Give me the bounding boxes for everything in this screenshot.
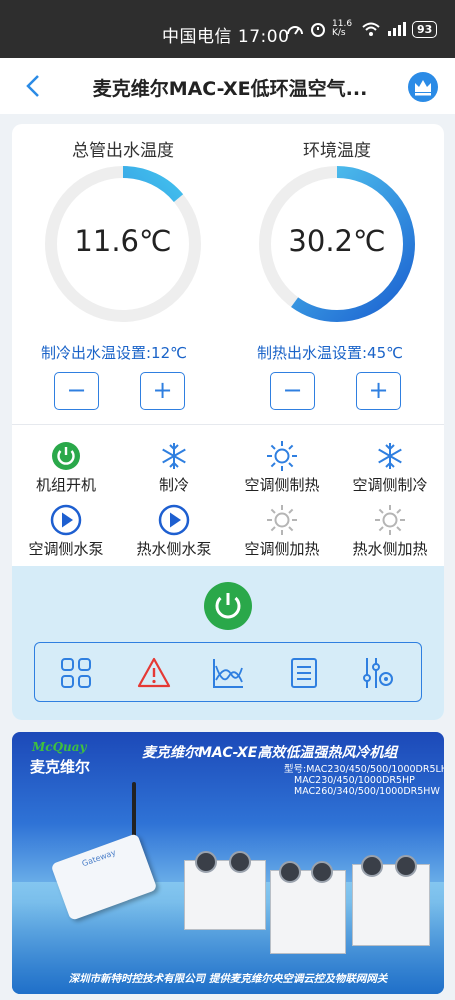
- signal-icon: [388, 22, 406, 36]
- crown-icon: [415, 80, 431, 96]
- banner-title: 麦克维尔MAC-XE高效低温强热风冷机组: [142, 745, 398, 761]
- status-ac-heater: 空调侧加热: [228, 500, 336, 562]
- cooling-decrease-button[interactable]: −: [54, 372, 99, 410]
- sun-icon: [267, 505, 297, 535]
- divider: [12, 424, 444, 425]
- settings-button[interactable]: [361, 656, 395, 690]
- play-icon: [50, 504, 82, 536]
- ac-unit-image: [184, 851, 266, 930]
- heating-decrease-button[interactable]: −: [270, 372, 315, 410]
- snowflake-icon: [378, 443, 402, 469]
- curve-button[interactable]: [211, 656, 245, 690]
- banner-models: 型号:MAC230/450/500/1000DR5LH MAC230/450/1…: [284, 764, 444, 797]
- alarm-clock-icon: [311, 23, 325, 37]
- sun-icon: [267, 441, 297, 471]
- status-label: 空调侧制冷: [352, 476, 428, 494]
- play-icon: [158, 504, 190, 536]
- sun-icon: [375, 505, 405, 535]
- power-icon: [52, 442, 80, 470]
- status-ac-heating: 空调侧制热: [228, 436, 336, 498]
- ac-unit-image: [352, 855, 430, 946]
- ac-unit-image: [270, 861, 346, 954]
- power-button[interactable]: [204, 582, 252, 630]
- status-hot-water-heater: 热水侧加热: [336, 500, 444, 562]
- page-title: 麦克维尔MAC-XE低环温空气...: [92, 78, 368, 100]
- chart-icon: [213, 659, 243, 688]
- net-speed: 11.6 K/s: [332, 19, 353, 38]
- document-icon: [291, 658, 317, 688]
- gauge-title: 总管出水温度: [72, 141, 174, 161]
- banner-model-line: MAC230/450/1000DR5HP: [294, 775, 415, 786]
- cooling-increase-button[interactable]: +: [140, 372, 185, 410]
- status-grid: 机组开机 制冷 空调侧制热 空调侧制冷 空调侧水泵 热水侧水泵 空调侧加热 热水…: [12, 430, 444, 564]
- status-ac-cooling: 空调侧制冷: [336, 436, 444, 498]
- banner-logo: McQuay: [32, 740, 87, 754]
- banner-footer: 深圳市新特时控技术有限公司 提供麦克维尔央空调云控及物联网网关: [68, 973, 388, 985]
- banner-model-line: MAC260/340/500/1000DR5HW: [294, 786, 440, 797]
- battery-icon: 93: [412, 20, 438, 38]
- warning-icon: [137, 657, 171, 688]
- banner-brand: 麦克维尔: [30, 758, 91, 776]
- alarm-button[interactable]: [137, 656, 171, 690]
- status-hot-water-pump: 热水侧水泵: [120, 500, 228, 562]
- records-button[interactable]: [287, 656, 321, 690]
- status-label: 热水侧水泵: [136, 540, 212, 558]
- device-label: Gateway: [80, 847, 118, 869]
- vip-button[interactable]: [408, 72, 438, 102]
- status-label: 空调侧加热: [244, 540, 320, 558]
- system-status-bar: 中国电信 17:00 11.6 K/s 93: [0, 0, 455, 58]
- power-icon: [215, 593, 241, 619]
- sliders-icon: [363, 658, 393, 688]
- gauge-value: 30.2℃: [288, 224, 386, 258]
- navigation-bar: 麦克维尔MAC-XE低环温空气...: [0, 58, 455, 114]
- status-unit-on: 机组开机: [12, 436, 120, 498]
- status-cooling: 制冷: [120, 436, 228, 498]
- overview-button[interactable]: [59, 656, 93, 690]
- heating-setpoint-label: 制热出水温设置:45℃: [257, 344, 403, 362]
- grid-icon: [61, 658, 91, 688]
- carrier-time: 中国电信 17:00: [162, 27, 290, 47]
- status-label: 空调侧制热: [244, 476, 320, 494]
- back-button[interactable]: [22, 74, 46, 98]
- gauge-value: 11.6℃: [74, 224, 172, 258]
- cooling-setpoint-label: 制冷出水温设置:12℃: [41, 344, 187, 362]
- advertisement-banner[interactable]: McQuay 麦克维尔 麦克维尔MAC-XE高效低温强热风冷机组 型号:MAC2…: [12, 732, 444, 994]
- banner-model-line: 型号:MAC230/450/500/1000DR5LH: [284, 764, 444, 775]
- chevron-left-icon: [26, 75, 39, 97]
- toolbar: [34, 642, 422, 702]
- wifi-icon: [362, 22, 380, 36]
- status-icons: 11.6 K/s 93: [286, 19, 438, 38]
- main-card: 总管出水温度 11.6℃ 制冷出水温设置:12℃ − + 环境温度 30.2℃ …: [12, 124, 444, 720]
- control-area: [12, 566, 444, 720]
- heating-increase-button[interactable]: +: [356, 372, 401, 410]
- status-label: 热水侧加热: [352, 540, 428, 558]
- status-label: 机组开机: [35, 476, 96, 494]
- speed-icon: [287, 26, 303, 35]
- status-label: 空调侧水泵: [28, 540, 104, 558]
- snowflake-icon: [162, 443, 186, 469]
- status-ac-pump: 空调侧水泵: [12, 500, 120, 562]
- status-label: 制冷: [158, 476, 189, 494]
- gauge-title: 环境温度: [303, 141, 371, 161]
